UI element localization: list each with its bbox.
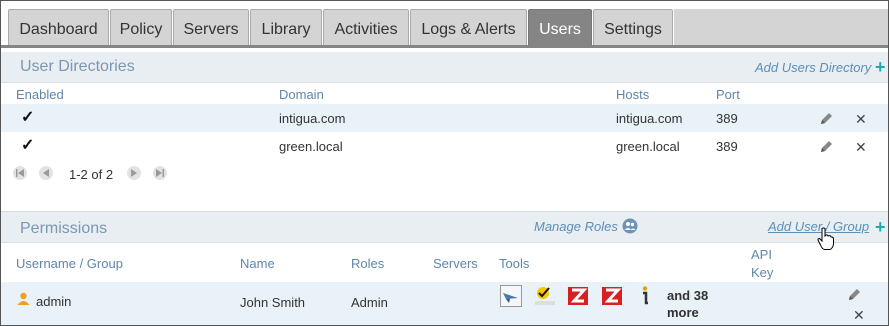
permissions-title: Permissions — [20, 220, 108, 237]
col-name: Name — [240, 256, 275, 271]
add-users-directory-link[interactable]: Add Users Directory — [755, 60, 871, 75]
port-cell: 389 — [716, 139, 738, 154]
first-page-icon[interactable] — [13, 166, 27, 180]
next-page-icon[interactable] — [127, 166, 141, 180]
tool-info-icon — [642, 286, 648, 305]
tab-bar-filler — [674, 9, 888, 46]
tab-servers[interactable]: Servers — [173, 9, 249, 46]
domain-cell: green.local — [279, 139, 343, 154]
col-roles: Roles — [351, 256, 385, 271]
enabled-check-icon: ✓ — [21, 109, 35, 126]
tool-symantec-icon — [535, 287, 555, 305]
prev-page-icon[interactable] — [39, 166, 53, 180]
col-api-key-line1: API — [751, 247, 772, 262]
more-tools-line2: more — [667, 305, 699, 320]
tab-logs-alerts[interactable]: Logs & Alerts — [410, 9, 527, 46]
pager: 1-2 of 2 — [1, 161, 888, 187]
username-cell[interactable]: admin — [36, 294, 71, 309]
enabled-check-icon: ✓ — [21, 137, 35, 154]
col-enabled: Enabled — [16, 87, 64, 102]
edit-pencil-icon[interactable] — [846, 287, 862, 303]
app-frame: Dashboard Policy Servers Library Activit… — [0, 0, 889, 326]
tab-users[interactable]: Users — [528, 9, 592, 46]
manage-roles-people-icon[interactable] — [622, 218, 638, 234]
add-user-group-plus-icon[interactable]: + — [875, 218, 886, 236]
tool-z-red-icon-2 — [602, 287, 622, 305]
add-directory-plus-icon[interactable]: + — [875, 58, 886, 76]
tab-activities[interactable]: Activities — [323, 9, 409, 46]
name-cell: John Smith — [240, 295, 306, 310]
manage-roles-link[interactable]: Manage Roles — [534, 219, 618, 234]
domain-cell: intigua.com — [279, 111, 346, 126]
col-hosts: Hosts — [616, 87, 650, 102]
hosts-cell: intigua.com — [616, 111, 683, 126]
col-port: Port — [716, 87, 740, 102]
col-tools: Tools — [499, 256, 530, 271]
tab-settings[interactable]: Settings — [593, 9, 673, 46]
hosts-cell: green.local — [616, 139, 680, 154]
edit-pencil-icon[interactable] — [818, 139, 834, 155]
edit-pencil-icon[interactable] — [818, 111, 834, 127]
hand-cursor-icon — [817, 227, 834, 250]
delete-x-icon[interactable]: ✕ — [855, 139, 867, 156]
table-row[interactable]: ✓ intigua.com intigua.com 389 ✕ — [1, 104, 888, 132]
table-row[interactable]: ✓ green.local green.local 389 ✕ — [1, 132, 888, 160]
delete-x-icon[interactable]: ✕ — [855, 111, 867, 128]
pager-text: 1-2 of 2 — [69, 167, 114, 182]
col-servers: Servers — [433, 256, 478, 271]
col-username-group: Username / Group — [16, 256, 123, 271]
user-directories-title: User Directories — [20, 58, 135, 75]
tab-library[interactable]: Library — [250, 9, 322, 46]
delete-x-icon[interactable]: ✕ — [853, 307, 865, 324]
more-tools-line1: and 38 — [667, 288, 709, 303]
tab-underline — [1, 45, 888, 48]
tab-bar: Dashboard Policy Servers Library Activit… — [1, 1, 888, 48]
more-tools-text[interactable]: and 38 more — [667, 287, 727, 321]
col-domain: Domain — [279, 87, 324, 102]
col-api-key-line2: Key — [751, 265, 774, 280]
table-row[interactable]: admin John Smith Admin — [1, 282, 888, 325]
last-page-icon[interactable] — [153, 166, 167, 180]
tool-z-red-icon — [568, 287, 588, 305]
port-cell: 389 — [716, 111, 738, 126]
user-icon — [17, 292, 30, 305]
user-directories-header: User Directories Add Users Directory + — [1, 52, 888, 83]
roles-cell: Admin — [351, 295, 388, 310]
permissions-header: Permissions Manage Roles Add User / Grou… — [1, 211, 888, 243]
tool-plane-icon — [500, 285, 522, 307]
tab-dashboard[interactable]: Dashboard — [8, 9, 109, 46]
tab-policy[interactable]: Policy — [110, 9, 172, 46]
